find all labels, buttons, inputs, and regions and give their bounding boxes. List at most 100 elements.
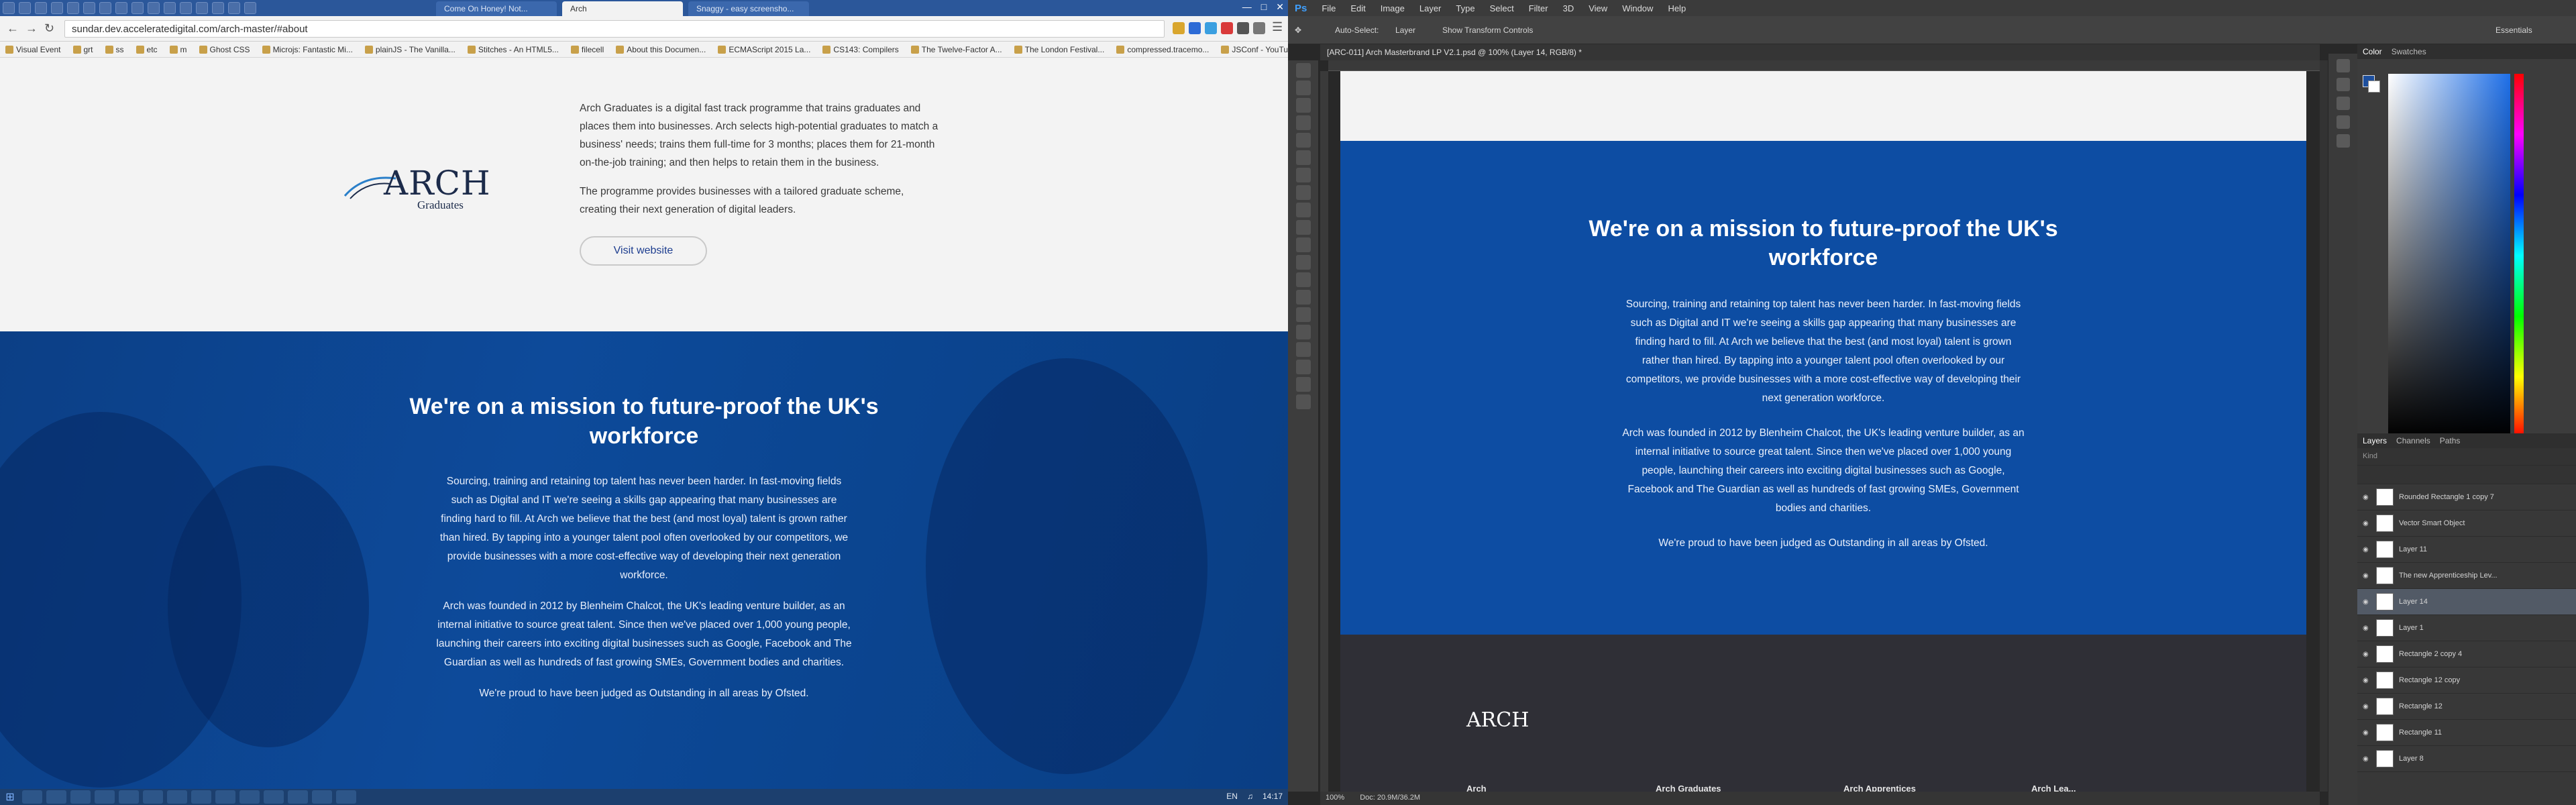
auto-select-checkbox[interactable]: Auto-Select: (1335, 25, 1379, 35)
visibility-eye-icon[interactable]: ◉ (2363, 598, 2371, 606)
bookmark[interactable]: About this Documen... (616, 44, 706, 54)
menu-layer[interactable]: Layer (1419, 3, 1442, 13)
pinned-tab-icon[interactable] (180, 2, 192, 14)
layer-row[interactable]: ◉ Rounded Rectangle 1 copy 7 (2357, 484, 2576, 511)
pinned-tab-icon[interactable] (51, 2, 63, 14)
magic-wand-tool[interactable] (1296, 115, 1311, 130)
bookmark[interactable]: Ghost CSS (199, 44, 250, 54)
taskbar-app-icon[interactable] (119, 790, 139, 804)
layer-row-selected[interactable]: ◉ Layer 14 (2357, 589, 2576, 615)
visibility-eye-icon[interactable]: ◉ (2363, 572, 2371, 580)
info-panel-icon[interactable] (2337, 115, 2350, 129)
menu-image[interactable]: Image (1381, 3, 1405, 13)
stamp-tool[interactable] (1296, 203, 1311, 217)
menu-edit[interactable]: Edit (1350, 3, 1365, 13)
hue-slider[interactable] (2514, 74, 2524, 437)
adjustments-panel-icon[interactable] (2337, 97, 2350, 110)
visibility-eye-icon[interactable]: ◉ (2363, 729, 2371, 737)
pen-tool[interactable] (1296, 307, 1311, 322)
forward-arrow-icon[interactable]: → (25, 21, 38, 36)
bookmark[interactable]: filecell (570, 44, 604, 54)
reload-icon[interactable]: ↻ (44, 21, 54, 36)
menu-select[interactable]: Select (1490, 3, 1514, 13)
pinned-tab-icon[interactable] (3, 2, 15, 14)
character-panel-icon[interactable] (2337, 134, 2350, 148)
lasso-tool[interactable] (1296, 98, 1311, 113)
layer-row[interactable]: ◉ Layer 8 (2357, 746, 2576, 772)
pinned-tab-icon[interactable] (115, 2, 127, 14)
bookmark[interactable]: Microjs: Fantastic Mi... (262, 44, 353, 54)
tab-come-on-honey[interactable]: Come On Honey! Not... (436, 1, 557, 16)
tab-swatches[interactable]: Swatches (2392, 47, 2426, 56)
taskbar-app-icon[interactable] (336, 790, 356, 804)
layer-row[interactable]: ◉ Rectangle 12 copy (2357, 667, 2576, 694)
layer-row[interactable]: ◉ Rectangle 11 (2357, 720, 2576, 746)
menu-help[interactable]: Help (1668, 3, 1686, 13)
crop-tool[interactable] (1296, 133, 1311, 148)
bookmark[interactable]: JSConf - YouTube (1221, 44, 1288, 54)
bookmark[interactable]: etc (136, 44, 158, 54)
vertical-scrollbar[interactable] (2320, 60, 2328, 792)
menu-3d[interactable]: 3D (1563, 3, 1574, 13)
pinned-tab-icon[interactable] (164, 2, 176, 14)
visibility-eye-icon[interactable]: ◉ (2363, 494, 2371, 501)
healing-tool[interactable] (1296, 168, 1311, 182)
extension-icon[interactable] (1221, 22, 1233, 34)
dodge-tool[interactable] (1296, 290, 1311, 305)
tab-color[interactable]: Color (2363, 47, 2382, 56)
visibility-eye-icon[interactable]: ◉ (2363, 703, 2371, 710)
taskbar-app-icon[interactable] (95, 790, 115, 804)
star-icon[interactable] (1173, 22, 1185, 34)
tab-paths[interactable]: Paths (2440, 436, 2461, 445)
pinned-tab-icon[interactable] (83, 2, 95, 14)
blur-tool[interactable] (1296, 272, 1311, 287)
visibility-eye-icon[interactable]: ◉ (2363, 755, 2371, 763)
background-color-swatch[interactable] (2368, 80, 2380, 93)
visibility-eye-icon[interactable]: ◉ (2363, 625, 2371, 632)
bookmark[interactable]: CS143: Compilers (822, 44, 899, 54)
shape-tool[interactable] (1296, 360, 1311, 374)
hand-tool[interactable] (1296, 377, 1311, 392)
extension-icon[interactable] (1205, 22, 1217, 34)
taskbar-app-icon[interactable] (312, 790, 332, 804)
taskbar-app-icon[interactable] (46, 790, 66, 804)
path-select-tool[interactable] (1296, 342, 1311, 357)
eyedropper-tool[interactable] (1296, 150, 1311, 165)
menu-view[interactable]: View (1589, 3, 1607, 13)
taskbar-app-icon[interactable] (191, 790, 211, 804)
bookmark[interactable]: m (169, 44, 187, 54)
layer-row[interactable]: ◉ Vector Smart Object (2357, 511, 2576, 537)
move-tool[interactable] (1296, 63, 1311, 78)
menu-filter[interactable]: Filter (1529, 3, 1548, 13)
visibility-eye-icon[interactable]: ◉ (2363, 677, 2371, 684)
history-panel-icon[interactable] (2337, 59, 2350, 72)
taskbar-app-icon[interactable] (215, 790, 235, 804)
pinned-tab-icon[interactable] (19, 2, 31, 14)
extension-icon[interactable] (1189, 22, 1201, 34)
layer-row[interactable]: ◉ Layer 11 (2357, 537, 2576, 563)
tab-arch[interactable]: Arch (562, 1, 683, 16)
minimize-icon[interactable]: — (1242, 1, 1252, 13)
move-tool-icon[interactable]: ✥ (1295, 25, 1301, 35)
brush-tool[interactable] (1296, 185, 1311, 200)
bookmark[interactable]: grt (72, 44, 93, 54)
visibility-eye-icon[interactable]: ◉ (2363, 520, 2371, 527)
pinned-tab-icon[interactable] (196, 2, 208, 14)
bookmark[interactable]: Stitches - An HTML5... (467, 44, 559, 54)
language-indicator[interactable]: EN (1226, 792, 1238, 801)
show-transform-checkbox[interactable]: Show Transform Controls (1442, 25, 1533, 35)
workspace-dropdown[interactable]: Essentials (2496, 25, 2532, 35)
gradient-tool[interactable] (1296, 255, 1311, 270)
volume-icon[interactable]: ♫ (1247, 792, 1253, 801)
taskbar-app-icon[interactable] (167, 790, 187, 804)
menu-window[interactable]: Window (1622, 3, 1653, 13)
tab-channels[interactable]: Channels (2396, 436, 2430, 445)
pinned-tab-icon[interactable] (148, 2, 160, 14)
clock[interactable]: 14:17 (1263, 792, 1283, 801)
pinned-tab-icon[interactable] (35, 2, 47, 14)
back-arrow-icon[interactable]: ← (7, 21, 19, 36)
zoom-level[interactable]: 100% (1326, 794, 1344, 802)
taskbar-app-icon[interactable] (239, 790, 260, 804)
url-input[interactable]: sundar.dev.acceleratedigital.com/arch-ma… (64, 20, 1165, 38)
layer-row[interactable]: ◉ Rectangle 2 copy 4 (2357, 641, 2576, 667)
